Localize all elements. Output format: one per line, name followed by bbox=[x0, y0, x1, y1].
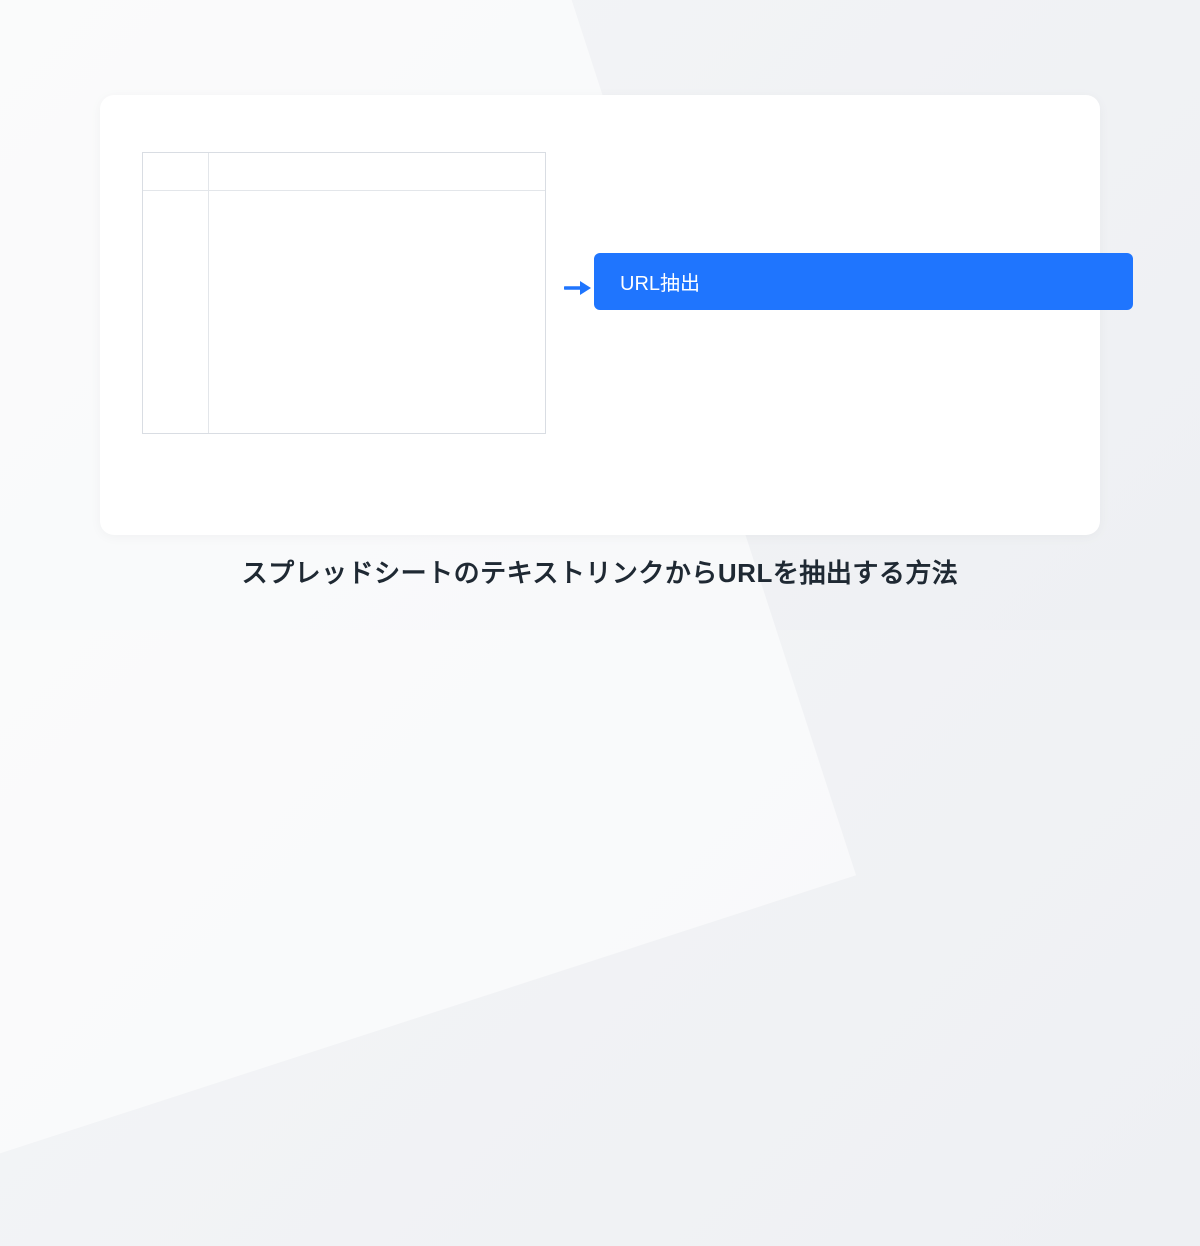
page-caption: スプレッドシートのテキストリンクからURLを抽出する方法 bbox=[0, 553, 1200, 590]
spreadsheet-header-row bbox=[143, 153, 545, 191]
spreadsheet-header-corner bbox=[143, 153, 209, 191]
arrow-right-icon bbox=[563, 278, 593, 298]
spreadsheet-row-header bbox=[143, 191, 209, 433]
spreadsheet-body-row bbox=[143, 191, 545, 433]
spreadsheet-cell[interactable] bbox=[209, 191, 545, 433]
main-card: URL抽出 bbox=[100, 95, 1100, 535]
spreadsheet-header-col bbox=[209, 153, 545, 191]
menu-item-label: URL抽出 bbox=[620, 267, 700, 296]
spreadsheet-table bbox=[142, 152, 546, 434]
url-extract-menu-item[interactable]: URL抽出 bbox=[594, 253, 1133, 310]
